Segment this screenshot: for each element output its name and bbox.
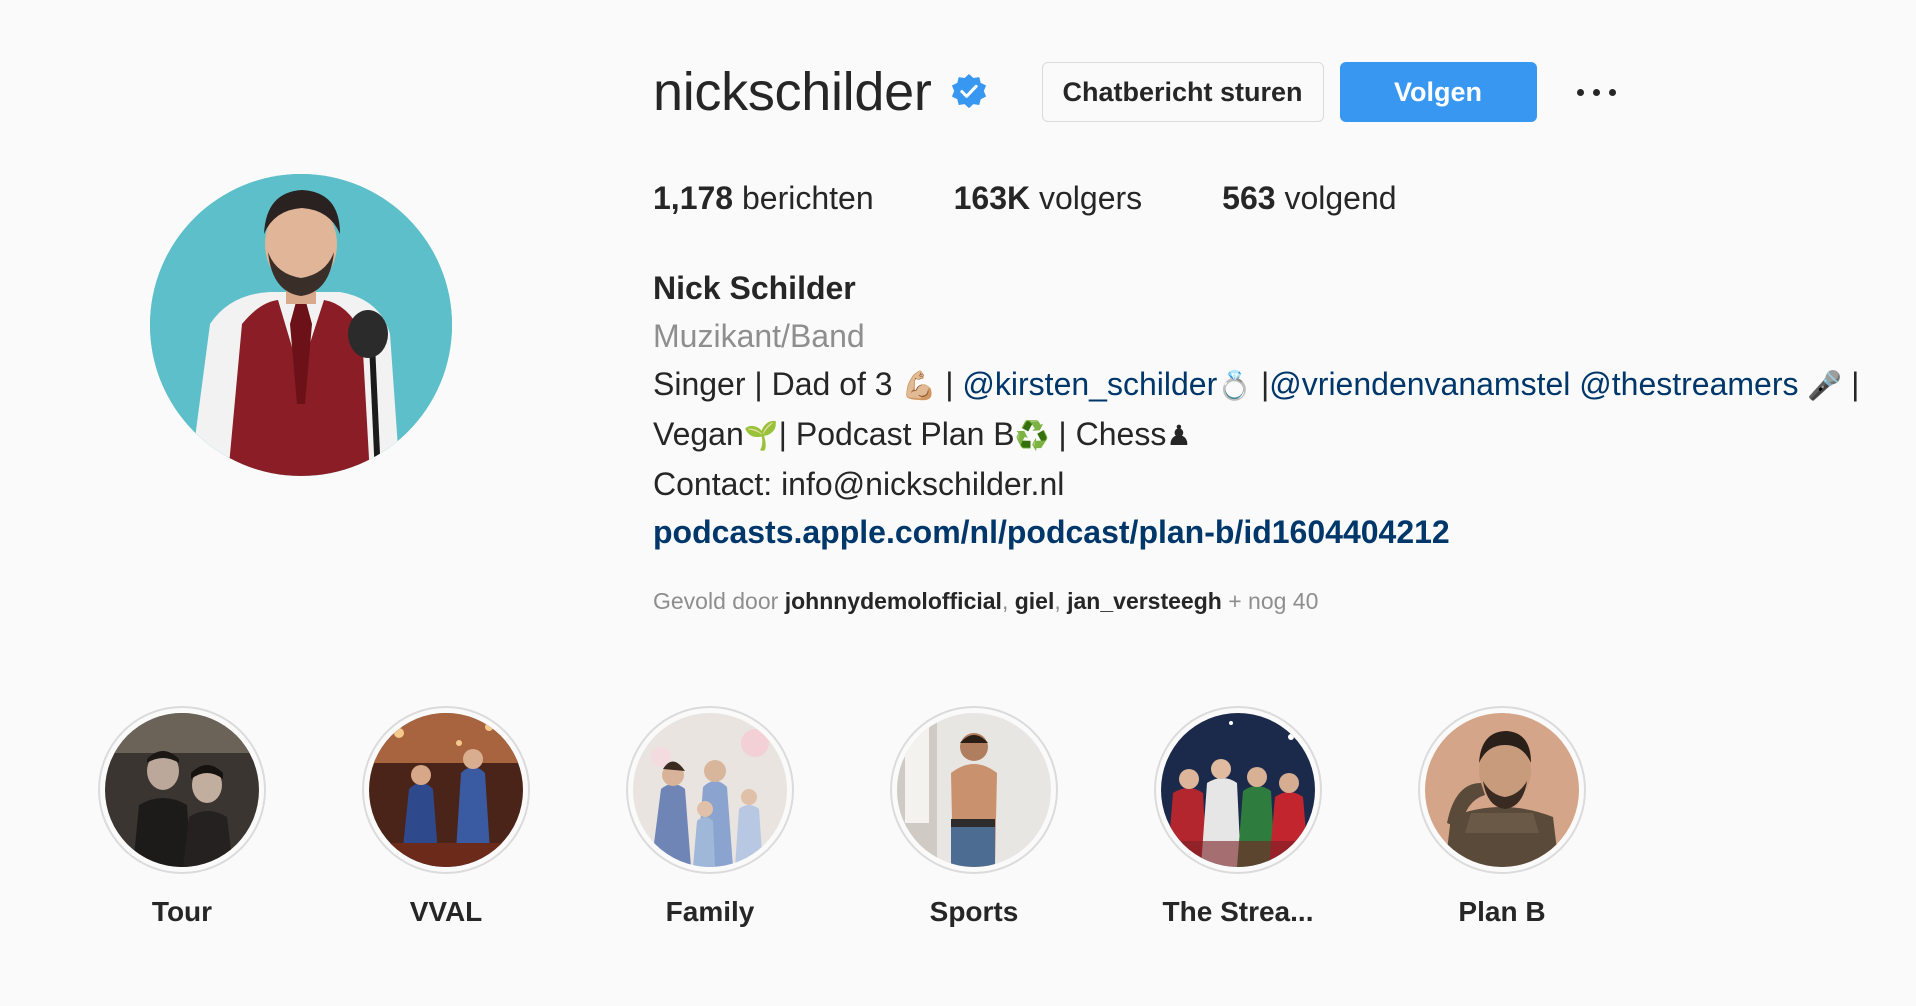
stat-following-label: volgend [1284,180,1397,216]
highlight-tour[interactable]: Tour [96,706,268,928]
highlight-cover [105,713,259,867]
highlight-label: The Strea... [1162,896,1314,927]
flexed-biceps-emoji-icon: 💪🏼 [901,369,937,402]
ring-emoji-icon: 💍 [1217,369,1253,402]
highlight-cover [369,713,523,867]
stat-posts-count: 1,178 [653,180,734,216]
followed-by-user[interactable]: jan_versteegh [1067,588,1222,614]
profile-avatar[interactable] [150,174,452,476]
highlight-ring [890,706,1058,874]
followed-by-prefix: Gevold door [653,588,785,614]
highlight-plan-b[interactable]: Plan B [1416,706,1588,928]
followed-by-user[interactable]: johnnydemolofficial [785,588,1002,614]
mention-link[interactable]: @kirsten_schilder [962,366,1217,402]
bio-contact: Contact: info@nickschilder.nl [653,466,1065,502]
bio-text [1570,366,1579,402]
followed-by[interactable]: Gevold door johnnydemolofficial, giel, j… [653,586,1883,616]
bio-text: | [1252,366,1270,402]
highlight-cover [1161,713,1315,867]
highlight-label: Family [665,896,755,927]
profile-info: nickschilder Chatbericht sturen Volgen 1… [653,58,1883,616]
story-highlights: Tour VVAL Family Sports The Strea... Pla… [96,706,1680,928]
profile-bio: Nick Schilder Muzikant/Band Singer | Dad… [653,264,1883,556]
highlight-cover [1425,713,1579,867]
followed-by-separator: , [1054,588,1068,614]
mention-link[interactable]: @vriendenvanamstel [1269,366,1570,402]
bio-text: | Podcast Plan B [778,416,1015,452]
microphone-emoji-icon: 🎤 [1807,369,1843,402]
dot [1609,88,1617,96]
stat-followers[interactable]: 163K volgers [954,178,1143,218]
bio-line-2: Vegan🌱| Podcast Plan B♻️ | Chess♟ [653,410,1883,460]
highlight-family[interactable]: Family [624,706,796,928]
profile-title-row: nickschilder Chatbericht sturen Volgen [653,58,1883,126]
bio-external-link[interactable]: podcasts.apple.com/nl/podcast/plan-b/id1… [653,508,1883,556]
highlight-ring [626,706,794,874]
highlight-label: Tour [151,896,213,927]
bio-text: Vegan [653,416,744,452]
highlight-ring [1154,706,1322,874]
dot [1577,88,1585,96]
bio-text: | Chess [1049,416,1167,452]
stat-posts: 1,178 berichten [653,178,874,218]
verified-badge-icon [950,73,988,111]
stat-followers-count: 163K [953,180,1031,216]
stat-following[interactable]: 563 volgend [1222,178,1396,218]
highlight-sports[interactable]: Sports [888,706,1060,928]
recycle-emoji-icon: ♻️ [1014,419,1050,452]
more-options-icon[interactable] [1571,72,1623,112]
highlight-cover [897,713,1051,867]
highlight-ring [98,706,266,874]
stat-followers-label: volgers [1039,180,1143,216]
highlight-label: Plan B [1458,896,1546,927]
followed-by-user[interactable]: giel [1015,588,1055,614]
bio-text: Singer | Dad of 3 [653,366,902,402]
message-button[interactable]: Chatbericht sturen [1041,62,1324,122]
mention-link[interactable]: @thestreamers [1579,366,1798,402]
profile-stats: 1,178 berichten 163K volgers 563 volgend [653,178,1883,218]
bio-line-1: Singer | Dad of 3 💪🏼 | @kirsten_schilder… [653,360,1883,410]
highlight-label: VVAL [409,896,483,927]
highlight-the-streamers[interactable]: The Strea... [1152,706,1324,928]
profile-username: nickschilder [653,62,932,122]
highlight-ring [362,706,530,874]
stat-following-count: 563 [1222,180,1276,216]
chess-pawn-emoji-icon: ♟ [1166,419,1192,452]
bio-text: | [1842,366,1860,402]
dot [1593,88,1601,96]
highlight-cover [633,713,787,867]
bio-text: | [936,366,963,402]
highlight-label: Sports [929,896,1019,927]
followed-by-suffix: + nog 40 [1221,588,1319,614]
follow-button[interactable]: Volgen [1339,62,1537,122]
profile-full-name: Nick Schilder [653,270,856,306]
highlight-vval[interactable]: VVAL [360,706,532,928]
highlight-ring [1418,706,1586,874]
followed-by-separator: , [1001,588,1015,614]
profile-category: Muzikant/Band [653,318,865,354]
stat-posts-label: berichten [741,180,874,216]
seedling-emoji-icon: 🌱 [743,419,779,452]
